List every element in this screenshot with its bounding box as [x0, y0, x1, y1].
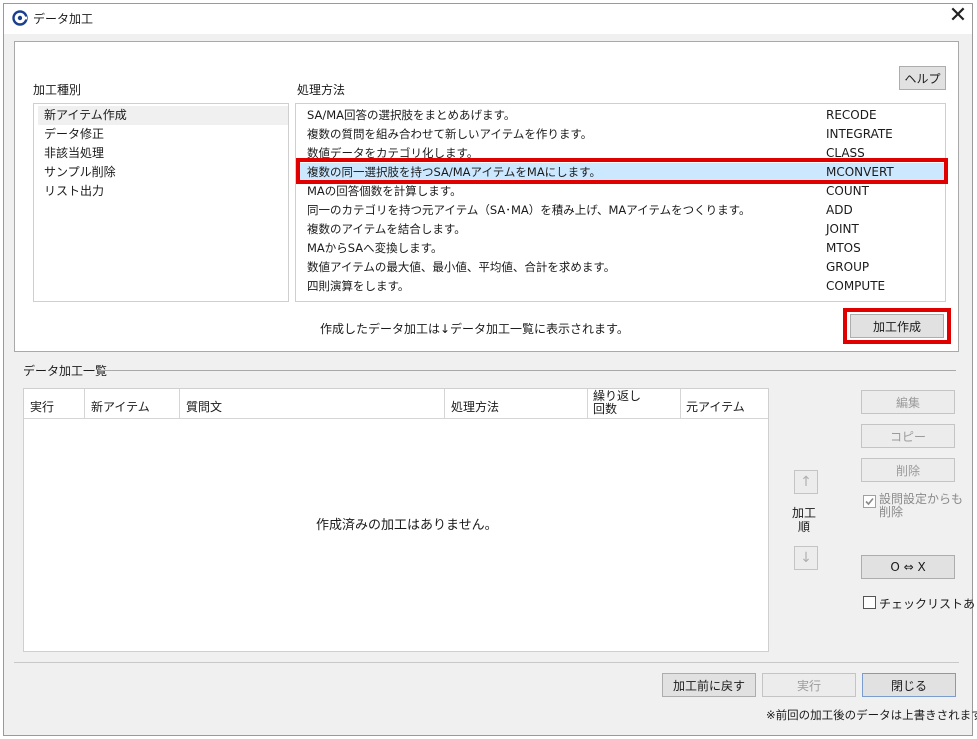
table-header: 実行 新アイテム 質問文 処理方法 繰り返し 回数 元アイテム — [24, 389, 768, 419]
category-list[interactable]: 新アイテム作成 データ修正 非該当処理 サンプル削除 リスト出力 — [33, 103, 289, 302]
empty-list-message: 作成済みの加工はありません。 — [316, 518, 498, 533]
column-separator — [587, 389, 588, 419]
column-separator — [84, 389, 85, 419]
overwrite-note: ※前回の加工後のデータは上書きされます。 — [766, 708, 977, 722]
method-code: ADD — [826, 203, 853, 217]
method-code: INTEGRATE — [826, 127, 893, 141]
highlight-box-selected-method — [296, 158, 948, 184]
method-code: GROUP — [826, 260, 870, 274]
method-code: COUNT — [826, 184, 869, 198]
checkmark-icon — [865, 497, 874, 506]
method-list[interactable]: SA/MA回答の選択肢をまとめあげます。 RECODE 複数の質問を組み合わせて新… — [295, 103, 946, 302]
method-row[interactable]: 複数の質問を組み合わせて新しいアイテムを作ります。 INTEGRATE — [297, 125, 945, 144]
section-divider — [98, 370, 956, 371]
method-row[interactable]: SA/MA回答の選択肢をまとめあげます。 RECODE — [297, 106, 945, 125]
method-row[interactable]: MAからSAへ変換します。 MTOS — [297, 239, 945, 258]
checklist-label: チェックリストあり — [879, 597, 977, 611]
column-separator — [680, 389, 681, 419]
method-desc: 数値アイテムの最大値、最小値、平均値、合計を求めます。 — [307, 260, 616, 274]
close-icon[interactable]: ✕ — [948, 5, 968, 29]
method-code: MTOS — [826, 241, 861, 255]
method-row[interactable]: 数値アイテムの最大値、最小値、平均値、合計を求めます。 GROUP — [297, 258, 945, 277]
column-header-repeat-line2: 回数 — [593, 402, 618, 416]
checklist-checkbox[interactable] — [863, 596, 876, 609]
column-header-repeat-line1: 繰り返し — [593, 389, 642, 403]
info-text: 作成したデータ加工は↓データ加工一覧に表示されます。 — [320, 322, 629, 336]
swap-ox-button[interactable]: O ⇔ X — [861, 555, 955, 579]
app-logo-icon — [12, 10, 28, 26]
column-separator — [444, 389, 445, 419]
delete-from-settings-line1: 設問設定からも — [879, 492, 964, 506]
method-desc: 同一のカテゴリを持つ元アイテム（SA･MA）を積み上げ、MAアイテムをつくります… — [307, 203, 751, 217]
processing-list-table[interactable]: 実行 新アイテム 質問文 処理方法 繰り返し 回数 元アイテム 作成済みの加工はあ… — [23, 388, 769, 652]
category-item-new-item[interactable]: 新アイテム作成 — [38, 106, 288, 125]
method-code: JOINT — [826, 222, 859, 236]
method-desc: MAの回答個数を計算します。 — [307, 184, 462, 198]
method-row[interactable]: MAの回答個数を計算します。 COUNT — [297, 182, 945, 201]
method-desc: 四則演算をします。 — [307, 279, 410, 293]
delete-button[interactable]: 削除 — [861, 458, 955, 482]
column-separator — [179, 389, 180, 419]
list-section-title: データ加工一覧 — [23, 364, 108, 378]
method-desc: SA/MA回答の選択肢をまとめあげます。 — [307, 108, 516, 122]
method-code: COMPUTE — [826, 279, 886, 293]
column-header-source-item[interactable]: 元アイテム — [686, 398, 745, 415]
title-bar — [4, 4, 972, 34]
delete-from-settings-label: 設問設定からも 削除 — [879, 493, 963, 519]
method-header: 処理方法 — [297, 83, 346, 97]
run-button[interactable]: 実行 — [762, 673, 856, 697]
order-label-line1: 加工 — [792, 506, 817, 520]
category-header: 加工種別 — [33, 83, 82, 97]
arrow-up-icon: ↑ — [800, 474, 812, 490]
category-item-sample-delete[interactable]: サンプル削除 — [44, 163, 116, 182]
help-button[interactable]: ヘルプ — [899, 66, 946, 90]
move-down-button[interactable]: ↓ — [794, 546, 818, 570]
move-up-button[interactable]: ↑ — [794, 470, 818, 494]
method-row[interactable]: 四則演算をします。 COMPUTE — [297, 277, 945, 296]
method-desc: 複数のアイテムを結合します。 — [307, 222, 466, 236]
method-row[interactable]: 複数のアイテムを結合します。 JOINT — [297, 220, 945, 239]
arrow-down-icon: ↓ — [800, 550, 812, 566]
method-code: RECODE — [826, 108, 877, 122]
column-header-run[interactable]: 実行 — [30, 398, 54, 415]
copy-button[interactable]: コピー — [861, 424, 955, 448]
delete-from-settings-line2: 削除 — [879, 505, 904, 519]
revert-button[interactable]: 加工前に戻す — [662, 673, 756, 697]
edit-button[interactable]: 編集 — [861, 390, 955, 414]
column-header-repeat[interactable]: 繰り返し 回数 — [593, 390, 641, 416]
method-desc: MAからSAへ変換します。 — [307, 241, 443, 255]
delete-from-settings-checkbox[interactable] — [863, 495, 876, 508]
order-label: 加工順 — [792, 506, 816, 534]
column-header-new-item[interactable]: 新アイテム — [91, 398, 150, 415]
column-header-method[interactable]: 処理方法 — [451, 398, 499, 415]
category-item-data-fix[interactable]: データ修正 — [44, 125, 104, 144]
window-title: データ加工 — [33, 12, 94, 26]
category-item-list-output[interactable]: リスト出力 — [44, 182, 104, 201]
method-row[interactable]: 同一のカテゴリを持つ元アイテム（SA･MA）を積み上げ、MAアイテムをつくります… — [297, 201, 945, 220]
close-button[interactable]: 閉じる — [862, 673, 956, 697]
create-processing-button[interactable]: 加工作成 — [850, 314, 944, 338]
order-label-line2: 順 — [798, 520, 811, 534]
method-desc: 複数の質問を組み合わせて新しいアイテムを作ります。 — [307, 127, 593, 141]
footer-divider — [14, 662, 959, 663]
column-header-question[interactable]: 質問文 — [186, 398, 222, 415]
category-item-non-applicable[interactable]: 非該当処理 — [44, 144, 104, 163]
